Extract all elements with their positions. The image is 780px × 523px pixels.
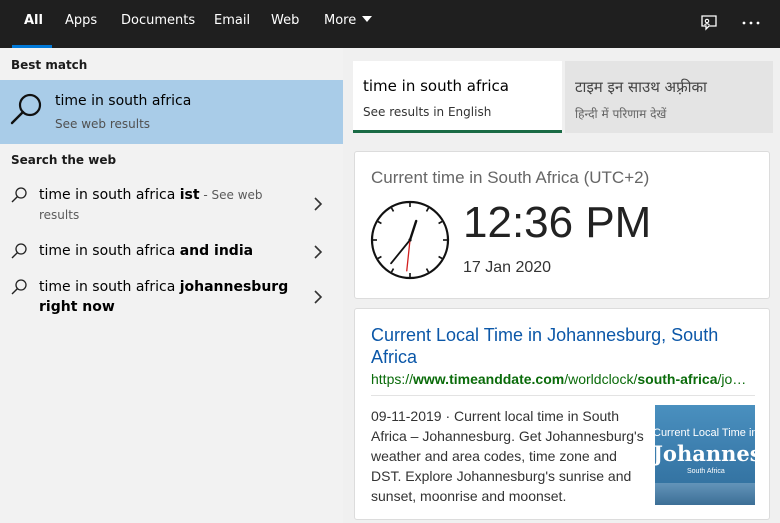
english-query-subtitle: See results in English — [363, 105, 492, 119]
thumbnail-country: South Africa — [687, 468, 725, 475]
tab-all[interactable]: All — [24, 13, 43, 28]
chevron-down-icon — [362, 16, 373, 22]
url-part: https:// — [371, 371, 414, 387]
feedback-icon[interactable] — [698, 12, 720, 34]
result-title-link[interactable]: Current Local Time in Johannesburg, Sout… — [371, 324, 755, 368]
best-match-title: time in south africa — [55, 93, 192, 109]
suggestion-highlight: ist — [179, 187, 200, 203]
search-filter-bar: All Apps Documents Email Web More — [0, 0, 780, 48]
english-query-title: time in south africa — [363, 77, 510, 95]
analog-clock-icon — [370, 200, 450, 284]
search-icon — [9, 91, 45, 131]
thumbnail-caption: Current Local Time in — [655, 427, 755, 439]
tab-more[interactable]: More — [324, 13, 373, 28]
chevron-right-icon — [313, 244, 323, 263]
english-results-tab[interactable]: time in south africa See results in Engl… — [353, 61, 562, 133]
hindi-query-title: टाइम इन साउथ अफ़्रीका — [575, 78, 707, 96]
search-web-heading: Search the web — [11, 153, 117, 167]
preview-pane: time in south africa See results in Engl… — [343, 48, 780, 523]
best-match-subtitle: See web results — [55, 117, 151, 131]
web-result-card: Current Local Time in Johannesburg, Sout… — [354, 308, 770, 520]
result-url-link[interactable]: https://www.timeanddate.com/worldclock/s… — [371, 371, 751, 387]
best-match-item[interactable]: time in south africa See web results — [0, 80, 343, 144]
web-suggestion-item[interactable]: time in south africa ist - See web resul… — [0, 184, 343, 228]
url-part: www.timeanddate.com — [413, 371, 565, 387]
current-time-value: 12:36 PM — [463, 198, 652, 247]
current-date-value: 17 Jan 2020 — [463, 259, 552, 276]
tab-email[interactable]: Email — [214, 13, 250, 28]
chevron-right-icon — [313, 196, 323, 215]
hindi-query-subtitle: हिन्दी में परिणाम देखें — [575, 107, 667, 121]
time-card-heading: Current time in South Africa (UTC+2) — [371, 168, 650, 187]
search-icon — [10, 242, 28, 264]
current-time-card: Current time in South Africa (UTC+2) 12:… — [354, 151, 770, 299]
tab-apps[interactable]: Apps — [65, 13, 97, 28]
thumbnail-city-name: Johannesburg — [655, 441, 755, 466]
tab-more-label: More — [324, 13, 357, 28]
url-part: /worldclock/ — [564, 371, 638, 387]
url-part: /johannesburg — [717, 371, 751, 387]
result-snippet: 09-11-2019 · Current local time in South… — [371, 408, 644, 504]
more-options-icon[interactable] — [740, 12, 762, 34]
divider — [371, 395, 755, 396]
hindi-results-tab[interactable]: टाइम इन साउथ अफ़्रीका हिन्दी में परिणाम … — [565, 61, 773, 133]
web-suggestion-item[interactable]: time in south africa johannesburg right … — [0, 276, 343, 320]
search-icon — [10, 278, 28, 300]
best-match-heading: Best match — [11, 58, 88, 72]
result-thumbnail[interactable]: Current Local Time in Johannesburg South… — [655, 405, 755, 505]
suggestion-text: time in south africa — [39, 243, 180, 259]
results-list-pane: Best match time in south africa See web … — [0, 48, 343, 523]
tab-documents[interactable]: Documents — [121, 13, 195, 28]
web-suggestion-item[interactable]: time in south africa and india — [0, 240, 343, 264]
tab-web[interactable]: Web — [271, 13, 299, 28]
city-skyline-image — [655, 483, 755, 505]
search-icon — [10, 186, 28, 208]
suggestion-text: time in south africa — [39, 279, 180, 295]
url-part: south-africa — [637, 371, 718, 387]
suggestion-text: time in south africa — [39, 187, 180, 203]
suggestion-highlight: and india — [179, 243, 254, 259]
chevron-right-icon — [313, 289, 323, 308]
